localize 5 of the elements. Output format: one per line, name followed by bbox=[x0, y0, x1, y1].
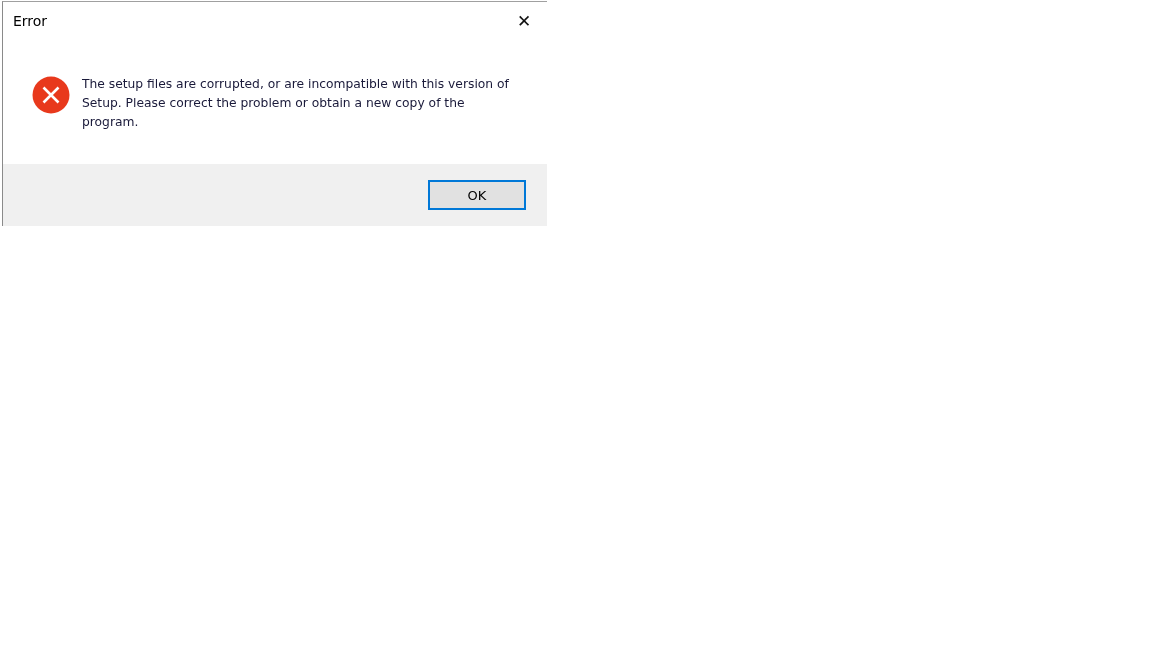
error-icon bbox=[32, 76, 70, 114]
error-message: The setup files are corrupted, or are incompatible with this version of Setup. Please correct the problem or obtain a new copy of the program. bbox=[82, 76, 510, 131]
ok-button[interactable]: OK bbox=[428, 180, 526, 210]
window-title: Error bbox=[13, 13, 48, 29]
close-button[interactable]: ✕ bbox=[501, 2, 547, 40]
